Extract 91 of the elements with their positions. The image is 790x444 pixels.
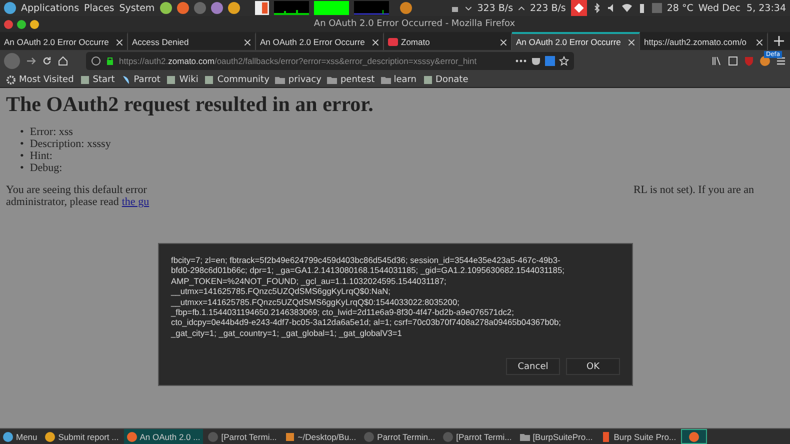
bookmark-icon [422, 74, 433, 84]
menu-item[interactable]: Places [84, 2, 114, 14]
home-icon[interactable] [58, 56, 68, 66]
folder-icon [380, 74, 391, 84]
taskbar-item[interactable]: Parrot Termin... [361, 429, 438, 444]
taskbar-item[interactable]: [Parrot Termi... [440, 429, 515, 444]
close-button[interactable] [4, 20, 13, 28]
cancel-button[interactable]: Cancel [506, 358, 560, 375]
library-icon[interactable] [712, 56, 722, 66]
network-graph [354, 1, 389, 15]
folder-icon [275, 74, 286, 84]
reload-icon[interactable] [42, 56, 52, 66]
browser-icon [45, 432, 56, 442]
close-icon[interactable] [244, 38, 251, 46]
bookmark[interactable]: Donate [422, 74, 468, 84]
menu-button[interactable]: Menu [0, 429, 40, 444]
taskbar-item[interactable]: ~/Desktop/Bu... [282, 429, 360, 444]
bullet: • [20, 126, 24, 138]
browser-tab[interactable]: An OAuth 2.0 Error Occurre [512, 32, 640, 50]
close-icon[interactable] [500, 38, 507, 46]
close-icon[interactable] [628, 38, 635, 46]
bookmark[interactable]: Wiki [166, 74, 198, 84]
clock[interactable]: Wed Dec 5, 23:34 [698, 2, 786, 14]
ok-button[interactable]: OK [566, 358, 620, 375]
app-icon [600, 432, 611, 442]
star-icon[interactable] [559, 56, 569, 66]
settings-icon [6, 74, 16, 84]
bookmark-icon [204, 74, 214, 84]
bookmark[interactable]: Parrot [120, 74, 160, 84]
paragraph-text: You are seeing this default error [6, 184, 147, 196]
taskbar-item[interactable]: [BurpSuitePro... [516, 429, 596, 444]
bullet: • [20, 138, 24, 150]
app-icon[interactable] [254, 1, 269, 15]
bookmark[interactable]: Most Visited [6, 74, 74, 84]
app-icon[interactable] [570, 0, 587, 16]
error-detail: Error: xss [30, 126, 73, 138]
error-detail: Debug: [30, 162, 62, 174]
paragraph-text: administrator, please read [6, 196, 119, 208]
bookmark[interactable]: privacy [275, 74, 322, 84]
sidebar-icon[interactable] [728, 56, 738, 66]
folder-icon [284, 432, 295, 442]
bookmark[interactable]: Start [80, 74, 115, 84]
menu-item[interactable]: System [119, 2, 155, 14]
taskbar-item[interactable]: [Parrot Termi... [205, 429, 280, 444]
info-icon [91, 56, 101, 66]
maximize-button[interactable] [17, 20, 26, 28]
temperature: 28 °C [666, 2, 694, 14]
taskbar-item[interactable]: Submit report ... [42, 429, 122, 444]
bookmark[interactable]: Community [204, 74, 270, 84]
minimize-button[interactable] [30, 20, 39, 28]
window-title: An OAuth 2.0 Error Occurred - Mozilla Firefox [312, 19, 516, 29]
cpu-graph [274, 1, 309, 15]
app-icon[interactable] [160, 2, 172, 14]
bluetooth-icon[interactable] [592, 3, 602, 13]
paragraph-text: RL is not set). If you are an [633, 184, 754, 196]
browser-icon[interactable] [176, 2, 189, 14]
bullet: • [20, 162, 24, 174]
memory-graph [314, 1, 349, 15]
taskbar-item[interactable]: An OAuth 2.0 ... [124, 429, 204, 444]
forward-arrow-icon[interactable] [26, 56, 36, 66]
browser-icon [126, 432, 137, 442]
address-bar[interactable]: https://auth2.zomato.com/oauth2/fallbacks/error?error=xss&error_description=xsssy&error_hint [86, 52, 574, 70]
close-icon[interactable] [372, 38, 379, 46]
close-icon[interactable] [756, 38, 763, 46]
bookmark-icon [166, 74, 176, 84]
close-icon[interactable] [116, 38, 123, 46]
taskbar-item[interactable] [681, 429, 708, 444]
bookmark-icon [80, 74, 90, 84]
bullet: • [20, 150, 24, 162]
browser-icon [689, 432, 700, 442]
taskbar-item[interactable]: Burp Suite Pro... [598, 429, 680, 444]
error-detail: Description: xsssy [30, 138, 111, 150]
folder-icon [520, 432, 530, 442]
site-icon [388, 37, 398, 47]
folder-icon [327, 74, 338, 84]
new-tab-icon[interactable] [774, 36, 784, 46]
more-icon[interactable] [515, 59, 527, 63]
upload-speed: 223 B/s [530, 2, 566, 14]
menu-icon[interactable] [776, 56, 786, 66]
browser-icon[interactable] [228, 2, 240, 14]
logo-icon[interactable] [4, 2, 16, 14]
page-heading: The OAuth2 request resulted in an error. [6, 92, 374, 116]
wifi-icon[interactable] [622, 3, 632, 13]
bookmark[interactable]: learn [380, 74, 417, 84]
error-detail: Hint: [30, 150, 52, 162]
lock-icon [105, 56, 115, 66]
download-speed: 323 B/s [477, 2, 514, 14]
dialog-message: fbcity=7; zl=en; fbtrack=5f2b49e624799c459d403bc86d545d36; session_id=3544e35e423a5-467c-49b3- bfd0-298c6d01b66c; dpr=1; _ga=GA1.2.1413080168.1544031185; _gid=GA1.2.1095630682.1544031185; AMP_TOKEN=%24NOT_FOUND; _gcl_au=1.1.1032024595.1544031187; __utmx=141625785.FQnzc5UZQdSMS6ggKyLrqQ$0:NaN; __utmxx=141625785.FQnzc5UZQdSMS6ggKyLrqQ$0:1544033022:8035200; _fbp=fb.1.1544031194650.2146383069; cto_lwid=2d11e6a9-8f30-4f47-bd2b-a9e076571dc2; cto_idcpy=0e44b4d9-e243-4df7-bc05-3a12da6a5e1d; al=1; csrf=70c03b70f7408a278a09465b04367b0b; _gat_city=1; _gat_country=1; _gat_global=1; _gat_globalV3=1 [171, 255, 566, 340]
menu-item[interactable]: Applications [21, 2, 80, 14]
bookmark[interactable]: pentest [327, 74, 375, 84]
guide-link[interactable]: the gu [122, 196, 150, 208]
